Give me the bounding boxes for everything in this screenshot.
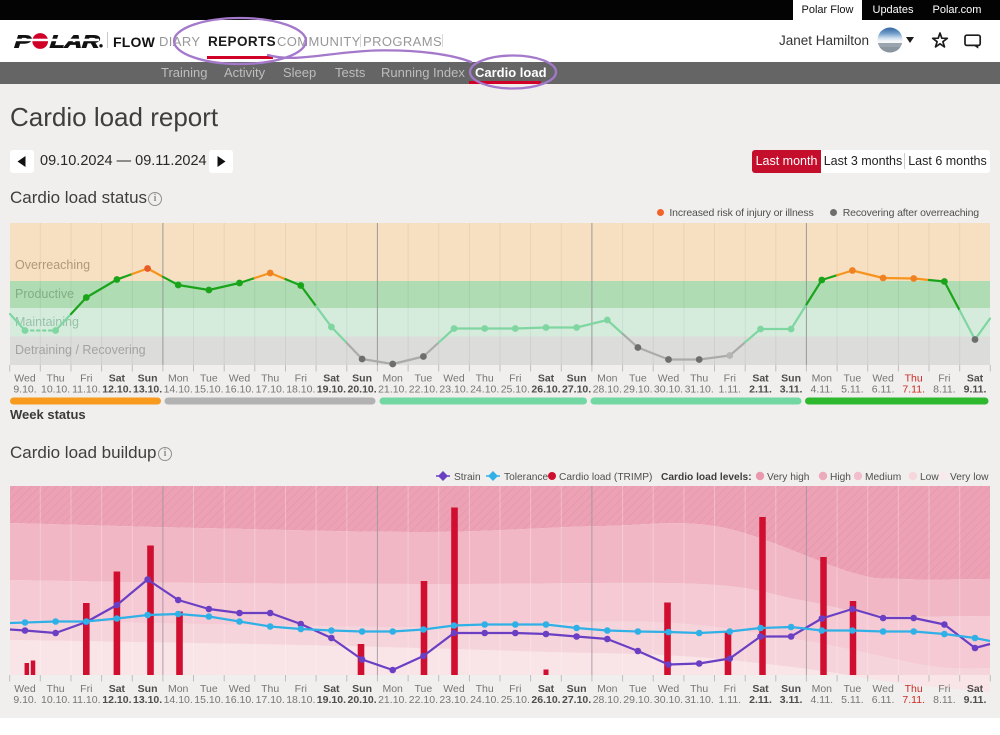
- svg-text:7.11.: 7.11.: [902, 384, 925, 396]
- svg-text:30.10.: 30.10.: [654, 694, 683, 706]
- svg-text:23.10.: 23.10.: [439, 384, 468, 396]
- svg-text:22.10.: 22.10.: [409, 384, 438, 396]
- svg-text:High: High: [830, 472, 851, 483]
- svg-text:31.10.: 31.10.: [685, 694, 714, 706]
- svg-text:21.10.: 21.10.: [378, 384, 407, 396]
- svg-text:Low: Low: [920, 472, 939, 483]
- svg-text:Overreaching: Overreaching: [15, 258, 90, 272]
- svg-text:27.10.: 27.10.: [562, 384, 591, 396]
- svg-text:1.11.: 1.11.: [719, 384, 742, 396]
- svg-text:5.11.: 5.11.: [841, 384, 864, 396]
- svg-text:24.10.: 24.10.: [470, 694, 499, 706]
- svg-text:Very high: Very high: [767, 472, 809, 483]
- svg-text:LAR: LAR: [50, 31, 101, 51]
- svg-text:28.10.: 28.10.: [593, 384, 622, 396]
- svg-text:2.11.: 2.11.: [749, 384, 772, 396]
- svg-text:Tolerance: Tolerance: [504, 472, 549, 483]
- svg-text:6.11.: 6.11.: [872, 694, 895, 706]
- svg-text:27.10.: 27.10.: [562, 694, 591, 706]
- svg-text:17.10.: 17.10.: [256, 694, 285, 706]
- svg-text:2.11.: 2.11.: [749, 694, 772, 706]
- svg-text:21.10.: 21.10.: [378, 694, 407, 706]
- svg-text:14.10.: 14.10.: [164, 384, 193, 396]
- svg-text:8.11.: 8.11.: [933, 384, 956, 396]
- svg-text:Productive: Productive: [15, 287, 74, 301]
- svg-text:25.10.: 25.10.: [501, 384, 530, 396]
- svg-text:9.11.: 9.11.: [964, 384, 987, 396]
- svg-text:17.10.: 17.10.: [256, 384, 285, 396]
- svg-text:P: P: [14, 31, 32, 51]
- svg-text:12.10.: 12.10.: [102, 384, 131, 396]
- svg-text:9.10.: 9.10.: [13, 694, 36, 706]
- svg-text:19.10.: 19.10.: [317, 694, 346, 706]
- svg-text:31.10.: 31.10.: [685, 384, 714, 396]
- svg-text:Very low: Very low: [950, 472, 989, 483]
- svg-text:29.10.: 29.10.: [623, 384, 652, 396]
- svg-text:15.10.: 15.10.: [194, 694, 223, 706]
- svg-text:Strain: Strain: [454, 472, 481, 483]
- svg-text:26.10.: 26.10.: [531, 694, 560, 706]
- svg-text:10.10.: 10.10.: [41, 384, 70, 396]
- svg-text:18.10.: 18.10.: [286, 694, 315, 706]
- svg-text:23.10.: 23.10.: [439, 694, 468, 706]
- svg-text:28.10.: 28.10.: [593, 694, 622, 706]
- svg-text:19.10.: 19.10.: [317, 384, 346, 396]
- svg-text:Medium: Medium: [865, 472, 901, 483]
- svg-text:10.10.: 10.10.: [41, 694, 70, 706]
- svg-text:24.10.: 24.10.: [470, 384, 499, 396]
- svg-text:3.11.: 3.11.: [780, 384, 803, 396]
- svg-text:30.10.: 30.10.: [654, 384, 683, 396]
- svg-text:4.11.: 4.11.: [811, 384, 834, 396]
- svg-text:22.10.: 22.10.: [409, 694, 438, 706]
- svg-text:11.10.: 11.10.: [72, 694, 100, 706]
- svg-text:26.10.: 26.10.: [531, 384, 560, 396]
- svg-text:16.10.: 16.10.: [225, 384, 254, 396]
- svg-text:Detraining / Recovering: Detraining / Recovering: [15, 343, 146, 357]
- svg-text:20.10.: 20.10.: [347, 694, 376, 706]
- svg-text:Cardio load levels:: Cardio load levels:: [661, 472, 752, 483]
- svg-text:20.10.: 20.10.: [347, 384, 376, 396]
- svg-text:11.10.: 11.10.: [72, 384, 100, 396]
- svg-text:7.11.: 7.11.: [902, 694, 925, 706]
- svg-text:9.10.: 9.10.: [13, 384, 36, 396]
- svg-text:1.11.: 1.11.: [719, 694, 742, 706]
- svg-text:5.11.: 5.11.: [841, 694, 864, 706]
- svg-text:29.10.: 29.10.: [623, 694, 652, 706]
- svg-text:25.10.: 25.10.: [501, 694, 530, 706]
- svg-text:18.10.: 18.10.: [286, 384, 315, 396]
- svg-text:15.10.: 15.10.: [194, 384, 223, 396]
- svg-text:13.10.: 13.10.: [133, 384, 162, 396]
- svg-text:3.11.: 3.11.: [780, 694, 803, 706]
- svg-text:12.10.: 12.10.: [102, 694, 131, 706]
- svg-text:16.10.: 16.10.: [225, 694, 254, 706]
- svg-text:9.11.: 9.11.: [964, 694, 987, 706]
- svg-text:4.11.: 4.11.: [811, 694, 834, 706]
- svg-text:14.10.: 14.10.: [164, 694, 193, 706]
- svg-text:6.11.: 6.11.: [872, 384, 895, 396]
- svg-text:8.11.: 8.11.: [933, 694, 956, 706]
- svg-text:Cardio load (TRIMP): Cardio load (TRIMP): [559, 472, 652, 483]
- svg-text:13.10.: 13.10.: [133, 694, 162, 706]
